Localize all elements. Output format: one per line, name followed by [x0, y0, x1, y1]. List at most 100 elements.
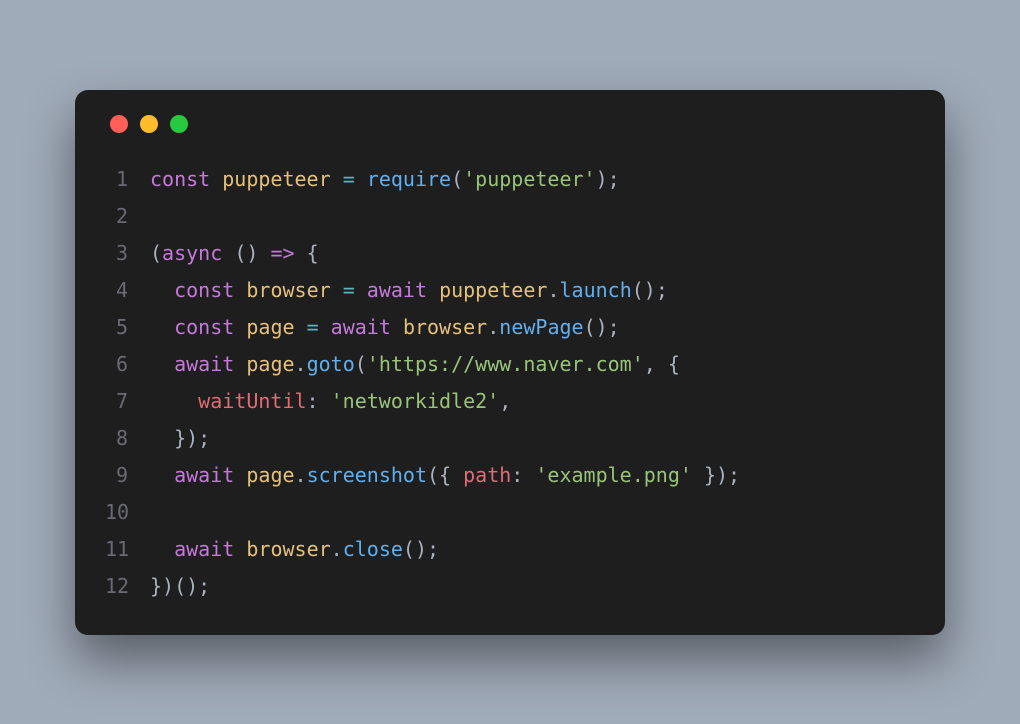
- token-punc: ();: [632, 278, 668, 302]
- token-kw: async: [162, 241, 222, 265]
- token-plain: [331, 278, 343, 302]
- line-content: await browser.close();: [150, 531, 439, 568]
- token-punc: });: [174, 426, 210, 450]
- token-var: browser: [403, 315, 487, 339]
- token-punc: (: [150, 241, 162, 265]
- code-line: 4 const browser = await puppeteer.launch…: [105, 272, 915, 309]
- token-punc: , {: [644, 352, 680, 376]
- line-number: 4: [105, 272, 150, 309]
- line-number: 3: [105, 235, 150, 272]
- token-plain: [234, 352, 246, 376]
- token-plain: [222, 241, 234, 265]
- token-var: page: [246, 463, 294, 487]
- code-window: 1const puppeteer = require('puppeteer');…: [75, 90, 945, 635]
- line-number: 2: [105, 198, 150, 235]
- token-kw: await: [367, 278, 427, 302]
- token-plain: [295, 241, 307, 265]
- token-plain: [258, 241, 270, 265]
- line-number: 11: [105, 531, 150, 568]
- line-content: const browser = await puppeteer.launch()…: [150, 272, 668, 309]
- token-str: 'example.png': [535, 463, 692, 487]
- line-content: const puppeteer = require('puppeteer');: [150, 161, 620, 198]
- token-plain: [150, 426, 174, 450]
- token-var: browser: [246, 537, 330, 561]
- token-plain: [234, 278, 246, 302]
- token-plain: [150, 278, 174, 302]
- line-content: await page.goto('https://www.naver.com',…: [150, 346, 680, 383]
- token-punc: .: [331, 537, 343, 561]
- line-content: await page.screenshot({ path: 'example.p…: [150, 457, 740, 494]
- token-op: =: [307, 315, 319, 339]
- token-plain: [355, 167, 367, 191]
- line-number: 8: [105, 420, 150, 457]
- token-fn: newPage: [499, 315, 583, 339]
- line-content: waitUntil: 'networkidle2',: [150, 383, 511, 420]
- line-number: 10: [105, 494, 150, 531]
- token-plain: [150, 463, 174, 487]
- token-punc: {: [307, 241, 319, 265]
- line-number: 7: [105, 383, 150, 420]
- token-plain: [295, 315, 307, 339]
- token-kw: const: [174, 278, 234, 302]
- token-plain: [234, 315, 246, 339]
- token-punc: ({: [427, 463, 463, 487]
- token-punc: (: [355, 352, 367, 376]
- token-punc: });: [692, 463, 740, 487]
- token-punc: .: [547, 278, 559, 302]
- token-punc: .: [487, 315, 499, 339]
- line-number: 1: [105, 161, 150, 198]
- code-line: 5 const page = await browser.newPage();: [105, 309, 915, 346]
- token-prop: waitUntil: [198, 389, 306, 413]
- token-kw: const: [174, 315, 234, 339]
- code-line: 10: [105, 494, 915, 531]
- token-plain: [391, 315, 403, 339]
- window-titlebar: [105, 115, 915, 133]
- token-punc: :: [511, 463, 535, 487]
- line-number: 9: [105, 457, 150, 494]
- token-kw: await: [331, 315, 391, 339]
- token-plain: [319, 315, 331, 339]
- code-editor[interactable]: 1const puppeteer = require('puppeteer');…: [105, 161, 915, 605]
- token-var: puppeteer: [439, 278, 547, 302]
- token-plain: [355, 278, 367, 302]
- token-kw: =>: [270, 241, 294, 265]
- code-line: 7 waitUntil: 'networkidle2',: [105, 383, 915, 420]
- code-line: 2: [105, 198, 915, 235]
- line-content: (async () => {: [150, 235, 319, 272]
- token-punc: ();: [403, 537, 439, 561]
- token-var: puppeteer: [222, 167, 330, 191]
- maximize-icon[interactable]: [170, 115, 188, 133]
- token-plain: [150, 315, 174, 339]
- token-punc: })();: [150, 574, 210, 598]
- code-line: 3(async () => {: [105, 235, 915, 272]
- token-str: 'puppeteer': [463, 167, 595, 191]
- token-var: page: [246, 315, 294, 339]
- token-plain: [234, 463, 246, 487]
- token-punc: .: [295, 352, 307, 376]
- code-line: 9 await page.screenshot({ path: 'example…: [105, 457, 915, 494]
- token-punc: ();: [584, 315, 620, 339]
- token-kw: await: [174, 537, 234, 561]
- token-var: browser: [246, 278, 330, 302]
- token-punc: :: [307, 389, 331, 413]
- line-number: 6: [105, 346, 150, 383]
- token-fn: screenshot: [307, 463, 427, 487]
- token-plain: [150, 352, 174, 376]
- code-line: 12})();: [105, 568, 915, 605]
- token-plain: [150, 389, 198, 413]
- token-fn: goto: [307, 352, 355, 376]
- token-fn: launch: [559, 278, 631, 302]
- token-punc: (): [234, 241, 258, 265]
- token-kw: const: [150, 167, 210, 191]
- line-content: const page = await browser.newPage();: [150, 309, 620, 346]
- code-line: 1const puppeteer = require('puppeteer');: [105, 161, 915, 198]
- token-punc: (: [451, 167, 463, 191]
- token-op: =: [343, 167, 355, 191]
- minimize-icon[interactable]: [140, 115, 158, 133]
- token-prop: path: [463, 463, 511, 487]
- token-fn: require: [367, 167, 451, 191]
- line-number: 12: [105, 568, 150, 605]
- code-line: 11 await browser.close();: [105, 531, 915, 568]
- close-icon[interactable]: [110, 115, 128, 133]
- token-str: 'https://www.naver.com': [367, 352, 644, 376]
